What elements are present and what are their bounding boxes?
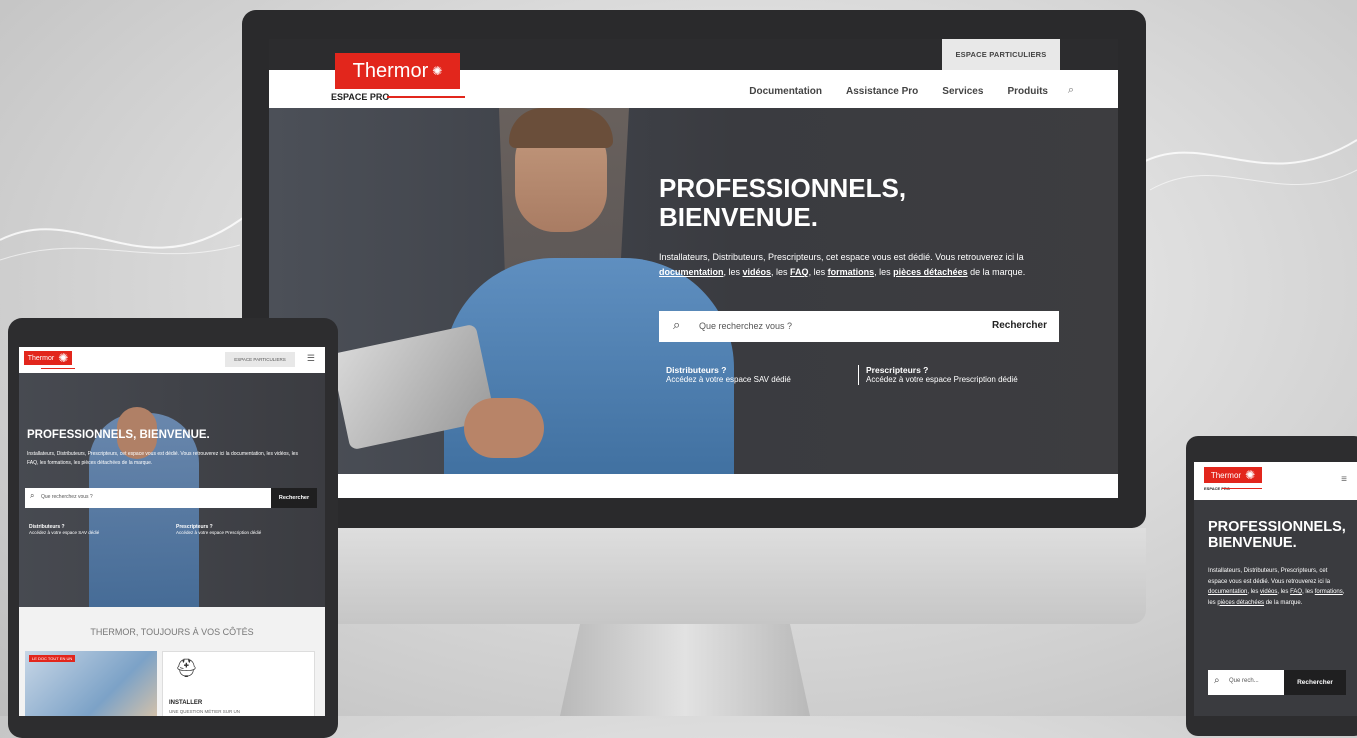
desktop-monitor-chin: [242, 528, 1146, 624]
tablet-services-section: THERMOR, TOUJOURS À VOS CÔTÉS LE DOC TOU…: [19, 607, 325, 716]
espace-pro-underline: [387, 96, 465, 98]
phone-hero-intro: Installateurs, Distributeurs, Prescripte…: [1208, 568, 1345, 606]
hero-title-line2: BIENVENUE.: [659, 202, 818, 232]
search-icon: ⌕: [673, 317, 681, 332]
tablet-distributeurs-text: Accédez à votre espace SAV dédié: [29, 530, 100, 535]
phone-logo-underline: [1222, 488, 1262, 489]
hero-person-hair: [509, 108, 613, 148]
installer-card[interactable]: ⛑ INSTALLER UNE QUESTION MÉTIER SUR UN: [162, 651, 315, 716]
prescripteurs-text: Accédez à votre espace Prescription dédi…: [866, 375, 1018, 384]
hero-person-hand: [464, 398, 544, 458]
phone-link-pieces-detachees[interactable]: pièces détachées: [1217, 600, 1264, 606]
menu-services[interactable]: Services: [942, 86, 983, 97]
prescripteurs-link[interactable]: Prescripteurs ? Accédez à votre espace P…: [866, 365, 1018, 385]
tablet-prescripteurs-link[interactable]: Prescripteurs ? Accédez à votre espace P…: [176, 524, 261, 536]
intro-end: de la marque.: [967, 267, 1026, 277]
search-icon[interactable]: ⌕: [1068, 84, 1074, 97]
phone-logo-text: Thermor: [1210, 470, 1242, 480]
link-formations[interactable]: formations: [828, 267, 875, 277]
search-button[interactable]: Rechercher: [992, 320, 1047, 331]
links-divider: [858, 365, 859, 385]
distributeurs-link[interactable]: Distributeurs ? Accédez à votre espace S…: [666, 365, 791, 385]
espace-pro-label: ESPACE PRO: [331, 92, 390, 102]
thermor-logo[interactable]: Thermor ✺: [335, 53, 460, 89]
link-pieces-detachees[interactable]: pièces détachées: [893, 267, 968, 277]
tablet-espace-particuliers-button[interactable]: ESPACE PARTICULIERS: [225, 352, 295, 367]
hamburger-menu-icon[interactable]: ≡: [1341, 474, 1347, 485]
link-videos[interactable]: vidéos: [743, 267, 772, 277]
section-title: THERMOR, TOUJOURS À VOS CÔTÉS: [90, 627, 254, 637]
phone-thermor-logo[interactable]: Thermor ✺: [1204, 467, 1262, 483]
tablet-search-box[interactable]: ⌕ Que recherchez vous ?: [25, 488, 271, 508]
search-input[interactable]: Que recherchez vous ?: [699, 321, 792, 331]
tablet-search-input[interactable]: Que recherchez vous ?: [41, 494, 93, 500]
phone-link-formations[interactable]: formations: [1315, 589, 1343, 595]
desktop-main-menu: Documentation Assistance Pro Services Pr…: [749, 86, 1048, 97]
phone-search-input[interactable]: Que rech...: [1229, 678, 1259, 684]
tablet-search-button[interactable]: Rechercher: [271, 488, 317, 508]
phone-link-documentation[interactable]: documentation: [1208, 589, 1247, 595]
installer-card-heading: INSTALLER: [169, 700, 203, 706]
tablet-screen: Thermor ✺ ESPACE PARTICULIERS ☰ PROFESSIO…: [19, 347, 325, 716]
phone-link-faq[interactable]: FAQ: [1290, 589, 1302, 595]
doc-card-tag: LE DOC TOUT EN UN: [29, 655, 76, 662]
menu-documentation[interactable]: Documentation: [749, 86, 822, 97]
search-icon: ⌕: [30, 491, 35, 500]
link-documentation[interactable]: documentation: [659, 267, 724, 277]
tablet-hero-title: PROFESSIONNELS, BIENVENUE.: [27, 429, 210, 441]
hero-search-box[interactable]: ⌕ Que recherchez vous ? Rechercher: [659, 311, 1059, 342]
phone-search-button[interactable]: Rechercher: [1284, 670, 1346, 695]
phone-link-videos[interactable]: vidéos: [1260, 589, 1277, 595]
logo-text: Thermor: [352, 59, 429, 82]
flame-icon: ✺: [432, 64, 443, 78]
installer-worker-icon: ⛑: [175, 658, 198, 678]
intro-text: Installateurs, Distributeurs, Prescripte…: [659, 252, 1024, 262]
tablet-hero-intro: Installateurs, Distributeurs, Prescripte…: [27, 451, 298, 466]
desktop-screen: ESPACE PARTICULIERS Thermor ✺ ESPACE PRO …: [269, 39, 1118, 498]
phone-hero-title: PROFESSIONNELS, BIENVENUE.: [1208, 519, 1346, 551]
installer-card-text: UNE QUESTION MÉTIER SUR UN: [169, 709, 241, 714]
hero-title: PROFESSIONNELS, BIENVENUE.: [659, 174, 959, 232]
flame-icon: ✺: [58, 351, 69, 365]
flame-icon: ✺: [1245, 468, 1256, 482]
menu-assistance-pro[interactable]: Assistance Pro: [846, 86, 918, 97]
tablet-distributeurs-link[interactable]: Distributeurs ? Accédez à votre espace S…: [29, 524, 99, 536]
menu-produits[interactable]: Produits: [1007, 86, 1048, 97]
espace-particuliers-button[interactable]: ESPACE PARTICULIERS: [942, 39, 1060, 70]
hero-intro: Installateurs, Distributeurs, Prescripte…: [659, 252, 1026, 277]
distributeurs-text: Accédez à votre espace SAV dédié: [666, 375, 791, 384]
phone-intro-text: Installateurs, Distributeurs, Prescripte…: [1208, 568, 1331, 585]
desktop-monitor-stand: [560, 624, 810, 716]
search-icon: ⌕: [1214, 675, 1220, 686]
tablet-logo-underline: [41, 368, 75, 369]
distributeurs-title: Distributeurs ?: [666, 365, 727, 375]
hamburger-menu-icon[interactable]: ☰: [307, 353, 315, 364]
hero-title-line1: PROFESSIONNELS,: [659, 173, 907, 203]
tablet-hero: PROFESSIONNELS, BIENVENUE. Installateurs…: [19, 373, 325, 607]
prescripteurs-title: Prescripteurs ?: [866, 365, 929, 375]
phone-screen: Thermor ✺ ESPACE PRO ≡ PROFESSIONNELS, BI…: [1194, 462, 1357, 716]
link-faq[interactable]: FAQ: [790, 267, 809, 277]
phone-search-box[interactable]: ⌕ Que rech...: [1208, 670, 1284, 695]
desktop-below-hero: [269, 474, 1118, 498]
tablet-logo-text: Thermor: [27, 354, 55, 362]
tablet-prescripteurs-text: Accédez à votre espace Prescription dédi…: [176, 530, 262, 535]
tablet-thermor-logo[interactable]: Thermor ✺: [24, 351, 72, 365]
desktop-hero: PROFESSIONNELS, BIENVENUE. Installateurs…: [269, 108, 1118, 474]
